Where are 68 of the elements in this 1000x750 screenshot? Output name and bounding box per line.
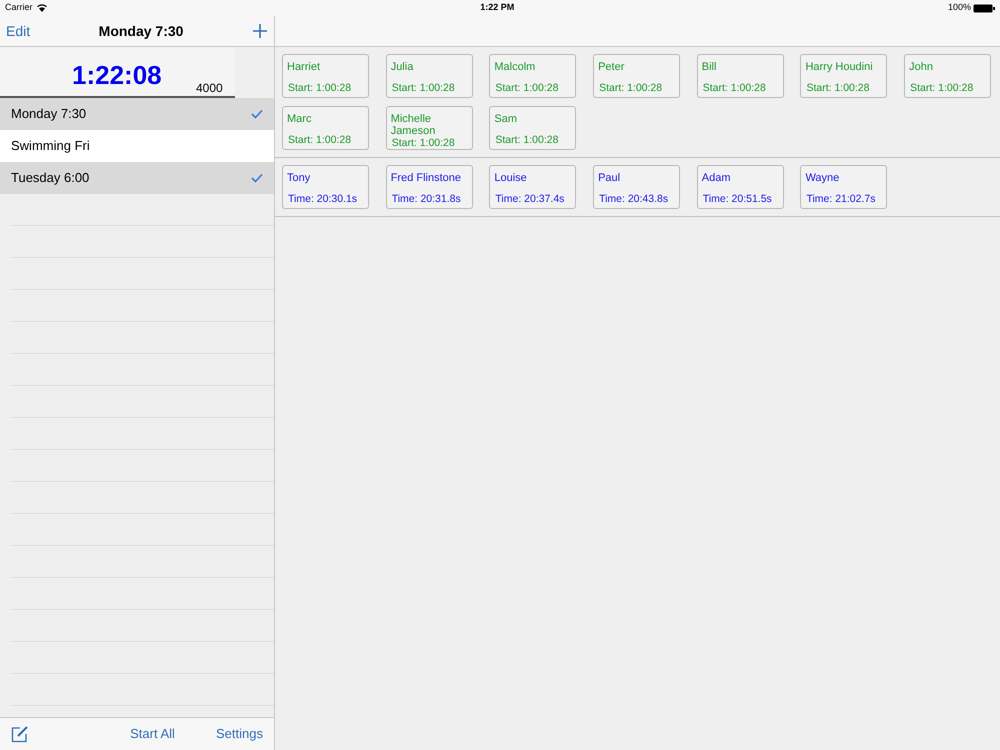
swimmer-detail: Time: 20:43.8s bbox=[598, 193, 670, 205]
timer-display: 1:22:08 bbox=[72, 59, 162, 92]
swimmer-detail: Start: 1:00:28 bbox=[598, 82, 664, 94]
swimmer-name: Sam bbox=[494, 113, 518, 125]
distance-label: 4000 bbox=[196, 80, 223, 97]
swimmer-card[interactable]: Harriet Start: 1:00:28 bbox=[282, 54, 369, 98]
swimmer-detail: Start: 1:00:28 bbox=[494, 134, 560, 146]
edit-button[interactable]: Edit bbox=[6, 20, 30, 42]
swimmer-card[interactable]: Fred Flinstone Time: 20:31.8s bbox=[386, 165, 473, 209]
session-row[interactable]: Monday 7:30 bbox=[0, 98, 274, 130]
swimmer-name: Harry Houdini bbox=[805, 61, 874, 73]
swimmer-name: Paul bbox=[598, 172, 622, 184]
settings-button[interactable]: Settings bbox=[216, 724, 263, 744]
swimmer-name: Peter bbox=[598, 61, 626, 73]
nav-title: Monday 7:30 bbox=[98, 22, 184, 41]
clock-label: 1:22 PM bbox=[480, 1, 514, 14]
swimmer-name: Malcolm bbox=[494, 61, 536, 73]
swimmer-name: Adam bbox=[702, 172, 732, 184]
swimmer-name: Julia bbox=[390, 61, 414, 73]
swimmer-name: Wayne bbox=[805, 172, 840, 184]
swimmer-name: Harriet bbox=[287, 61, 322, 73]
swimmer-detail: Start: 1:00:28 bbox=[702, 82, 767, 94]
swimmer-card[interactable]: Harry Houdini Start: 1:00:28 bbox=[800, 54, 888, 98]
swimmer-detail: Start: 1:00:28 bbox=[390, 82, 456, 94]
session-row[interactable]: Swimming Fri bbox=[0, 130, 274, 162]
compose-icon bbox=[11, 725, 29, 743]
checkmark-icon bbox=[251, 173, 263, 183]
swimmer-name: Tony bbox=[287, 172, 312, 184]
swimmer-card[interactable]: Malcolm Start: 1:00:28 bbox=[489, 54, 576, 98]
plus-icon bbox=[252, 23, 268, 39]
swimmer-card[interactable]: Tony Time: 20:30.1s bbox=[282, 165, 369, 209]
swimmer-card[interactable]: Peter Start: 1:00:28 bbox=[593, 54, 680, 98]
swimmer-detail: Start: 1:00:28 bbox=[287, 82, 352, 94]
swimmer-name: Fred Flinstone bbox=[390, 172, 462, 184]
swimmer-card[interactable]: Marc Start: 1:00:28 bbox=[282, 106, 369, 150]
swimmer-detail: Time: 20:51.5s bbox=[702, 193, 773, 205]
session-row[interactable]: Tuesday 6:00 bbox=[0, 162, 274, 194]
swimmer-card[interactable]: John Start: 1:00:28 bbox=[904, 54, 992, 98]
swimmer-detail: Start: 1:00:28 bbox=[287, 134, 352, 146]
swimmer-card[interactable]: Adam Time: 20:51.5s bbox=[696, 165, 784, 209]
checkmark-icon bbox=[251, 109, 263, 119]
wifi-icon bbox=[36, 4, 47, 12]
swimmer-card[interactable]: Sam Start: 1:00:28 bbox=[489, 106, 576, 150]
swimmer-detail: Time: 20:31.8s bbox=[390, 193, 462, 205]
start-all-button[interactable]: Start All bbox=[130, 724, 175, 744]
swimmer-name: Marc bbox=[287, 113, 312, 125]
swimmer-card[interactable]: Paul Time: 20:43.8s bbox=[593, 165, 680, 209]
swimmer-detail: Start: 1:00:28 bbox=[805, 82, 870, 94]
swimmer-card[interactable]: Wayne Time: 21:02.7s bbox=[800, 165, 888, 209]
swimmer-name: John bbox=[909, 61, 934, 73]
swimmer-detail: Time: 21:02.7s bbox=[805, 193, 876, 205]
swimmer-name: Bill bbox=[702, 61, 718, 73]
swimmer-detail: Time: 20:30.1s bbox=[287, 193, 358, 205]
swimmer-card[interactable]: Louise Time: 20:37.4s bbox=[489, 165, 576, 209]
swimmer-card[interactable]: Julia Start: 1:00:28 bbox=[386, 54, 473, 98]
carrier-label: Carrier bbox=[5, 1, 33, 14]
compose-button[interactable] bbox=[11, 725, 29, 743]
swimmer-detail: Start: 1:00:28 bbox=[909, 82, 974, 94]
swimmer-card[interactable]: Michelle Jameson Start: 1:00:28 bbox=[386, 106, 473, 150]
battery-label: 100% bbox=[948, 1, 971, 14]
swimmer-card[interactable]: Bill Start: 1:00:28 bbox=[696, 54, 784, 98]
battery-icon bbox=[973, 4, 995, 12]
swimmer-detail: Time: 20:37.4s bbox=[494, 193, 566, 205]
swimmer-detail: Start: 1:00:28 bbox=[494, 82, 560, 94]
add-button[interactable] bbox=[252, 23, 268, 39]
swimmer-name: Michelle Jameson bbox=[390, 113, 436, 137]
swimmer-name: Louise bbox=[494, 172, 528, 184]
swimmer-detail: Start: 1:00:28 bbox=[390, 137, 456, 149]
